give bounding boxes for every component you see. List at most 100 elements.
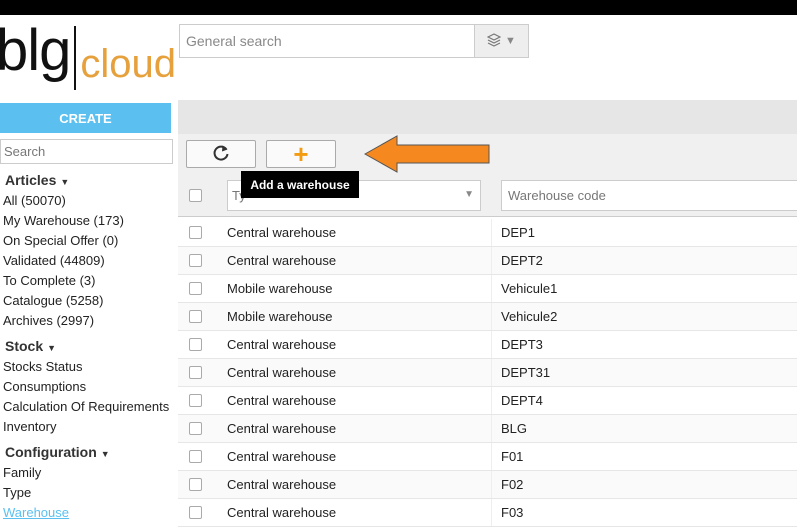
cell-code: DEPT31 (501, 365, 551, 380)
window-edge (797, 0, 801, 517)
sidebar-item-consumptions[interactable]: Consumptions (3, 377, 175, 397)
plus-icon: + (293, 139, 309, 169)
cell-code: F02 (501, 477, 524, 492)
section-title: Configuration (5, 444, 97, 460)
sidebar-item-my-warehouse[interactable]: My Warehouse (173) (3, 211, 175, 231)
sidebar: Articles ▼ All (50070) My Warehouse (173)… (3, 170, 175, 523)
row-checkbox[interactable] (189, 254, 202, 267)
table-row[interactable]: Central warehouse DEP1 (178, 219, 797, 247)
table-row[interactable]: Central warehouse F02 (178, 471, 797, 499)
sidebar-item-stocks-status[interactable]: Stocks Status (3, 357, 175, 377)
logo-text-blg: blg (0, 18, 71, 83)
cell-code: F01 (501, 449, 524, 464)
sidebar-section-configuration[interactable]: Configuration ▼ (3, 442, 175, 463)
caret-down-icon: ▼ (47, 343, 57, 353)
sidebar-item-to-complete[interactable]: To Complete (3) (3, 271, 175, 291)
sidebar-item-validated[interactable]: Validated (44809) (3, 251, 175, 271)
section-title: Articles (5, 172, 57, 188)
app-logo[interactable]: blg cloud (0, 22, 176, 92)
column-divider (491, 303, 492, 330)
table-row[interactable]: Central warehouse DEPT3 (178, 331, 797, 359)
table-row[interactable]: Central warehouse F03 (178, 499, 797, 527)
sidebar-item-type[interactable]: Type (3, 483, 175, 503)
cell-type: Central warehouse (227, 225, 337, 240)
cell-code: F03 (501, 505, 524, 520)
table-row[interactable]: Central warehouse DEPT4 (178, 387, 797, 415)
refresh-button[interactable] (186, 140, 256, 168)
sidebar-item-warehouse[interactable]: Warehouse (3, 503, 175, 523)
create-button[interactable]: CREATE (0, 103, 171, 133)
column-divider (491, 359, 492, 386)
row-checkbox[interactable] (189, 478, 202, 491)
cell-code: DEPT3 (501, 337, 543, 352)
cell-type: Mobile warehouse (227, 309, 333, 324)
column-divider (491, 415, 492, 442)
table-row[interactable]: Mobile warehouse Vehicule2 (178, 303, 797, 331)
sidebar-item-special-offer[interactable]: On Special Offer (0) (3, 231, 175, 251)
sidebar-section-stock[interactable]: Stock ▼ (3, 336, 175, 357)
column-divider (491, 387, 492, 414)
cell-type: Central warehouse (227, 253, 337, 268)
cell-type: Mobile warehouse (227, 281, 333, 296)
table-row[interactable]: Central warehouse DEPT31 (178, 359, 797, 387)
warehouse-table-body: Central warehouse DEP1 Central warehouse D… (178, 219, 797, 527)
chevron-down-icon: ▼ (505, 35, 516, 47)
row-checkbox[interactable] (189, 506, 202, 519)
sidebar-search (0, 139, 173, 164)
row-checkbox[interactable] (189, 226, 202, 239)
cell-code: DEP1 (501, 225, 535, 240)
cell-code: DEPT2 (501, 253, 543, 268)
sidebar-item-family[interactable]: Family (3, 463, 175, 483)
global-search-input[interactable] (180, 25, 474, 57)
sidebar-item-archives[interactable]: Archives (2997) (3, 311, 175, 331)
cell-type: Central warehouse (227, 365, 337, 380)
layers-icon (486, 32, 502, 50)
logo-text-cloud: cloud (80, 42, 177, 86)
row-checkbox[interactable] (189, 338, 202, 351)
table-row[interactable]: Central warehouse BLG (178, 415, 797, 443)
warehouse-code-filter (501, 180, 801, 211)
row-checkbox[interactable] (189, 450, 202, 463)
table-row[interactable]: Central warehouse DEPT2 (178, 247, 797, 275)
cell-type: Central warehouse (227, 449, 337, 464)
table-row[interactable]: Mobile warehouse Vehicule1 (178, 275, 797, 303)
global-search: ▼ (179, 24, 529, 58)
sidebar-search-input[interactable] (1, 140, 172, 163)
table-row[interactable]: Central warehouse F01 (178, 443, 797, 471)
row-checkbox[interactable] (189, 422, 202, 435)
refresh-icon (211, 143, 231, 166)
sidebar-section-articles[interactable]: Articles ▼ (3, 170, 175, 191)
sidebar-item-catalogue[interactable]: Catalogue (5258) (3, 291, 175, 311)
add-warehouse-button[interactable]: + (266, 140, 336, 168)
content-header-band (178, 100, 797, 134)
cell-type: Central warehouse (227, 477, 337, 492)
cell-type: Central warehouse (227, 337, 337, 352)
cell-code: Vehicule1 (501, 281, 558, 296)
cell-code: DEPT4 (501, 393, 543, 408)
column-divider (491, 247, 492, 274)
column-divider (491, 499, 492, 526)
top-black-bar (0, 0, 797, 15)
logo-separator (74, 26, 77, 90)
caret-down-icon: ▼ (60, 177, 70, 187)
row-checkbox[interactable] (189, 282, 202, 295)
select-all-checkbox[interactable] (189, 189, 202, 202)
chevron-down-icon: ▼ (464, 189, 474, 200)
warehouse-code-filter-input[interactable] (502, 181, 800, 210)
search-mode-dropdown[interactable]: ▼ (474, 25, 528, 57)
row-checkbox[interactable] (189, 394, 202, 407)
section-title: Stock (5, 338, 44, 354)
column-divider (491, 331, 492, 358)
add-warehouse-tooltip: Add a warehouse (241, 171, 359, 198)
cell-code: Vehicule2 (501, 309, 558, 324)
pointer-arrow-icon (364, 135, 490, 173)
column-divider (491, 471, 492, 498)
sidebar-item-all[interactable]: All (50070) (3, 191, 175, 211)
sidebar-item-inventory[interactable]: Inventory (3, 417, 175, 437)
sidebar-item-requirements[interactable]: Calculation Of Requirements (3, 397, 175, 417)
row-checkbox[interactable] (189, 310, 202, 323)
row-checkbox[interactable] (189, 366, 202, 379)
cell-code: BLG (501, 421, 528, 436)
cell-type: Central warehouse (227, 505, 337, 520)
column-divider (491, 219, 492, 246)
